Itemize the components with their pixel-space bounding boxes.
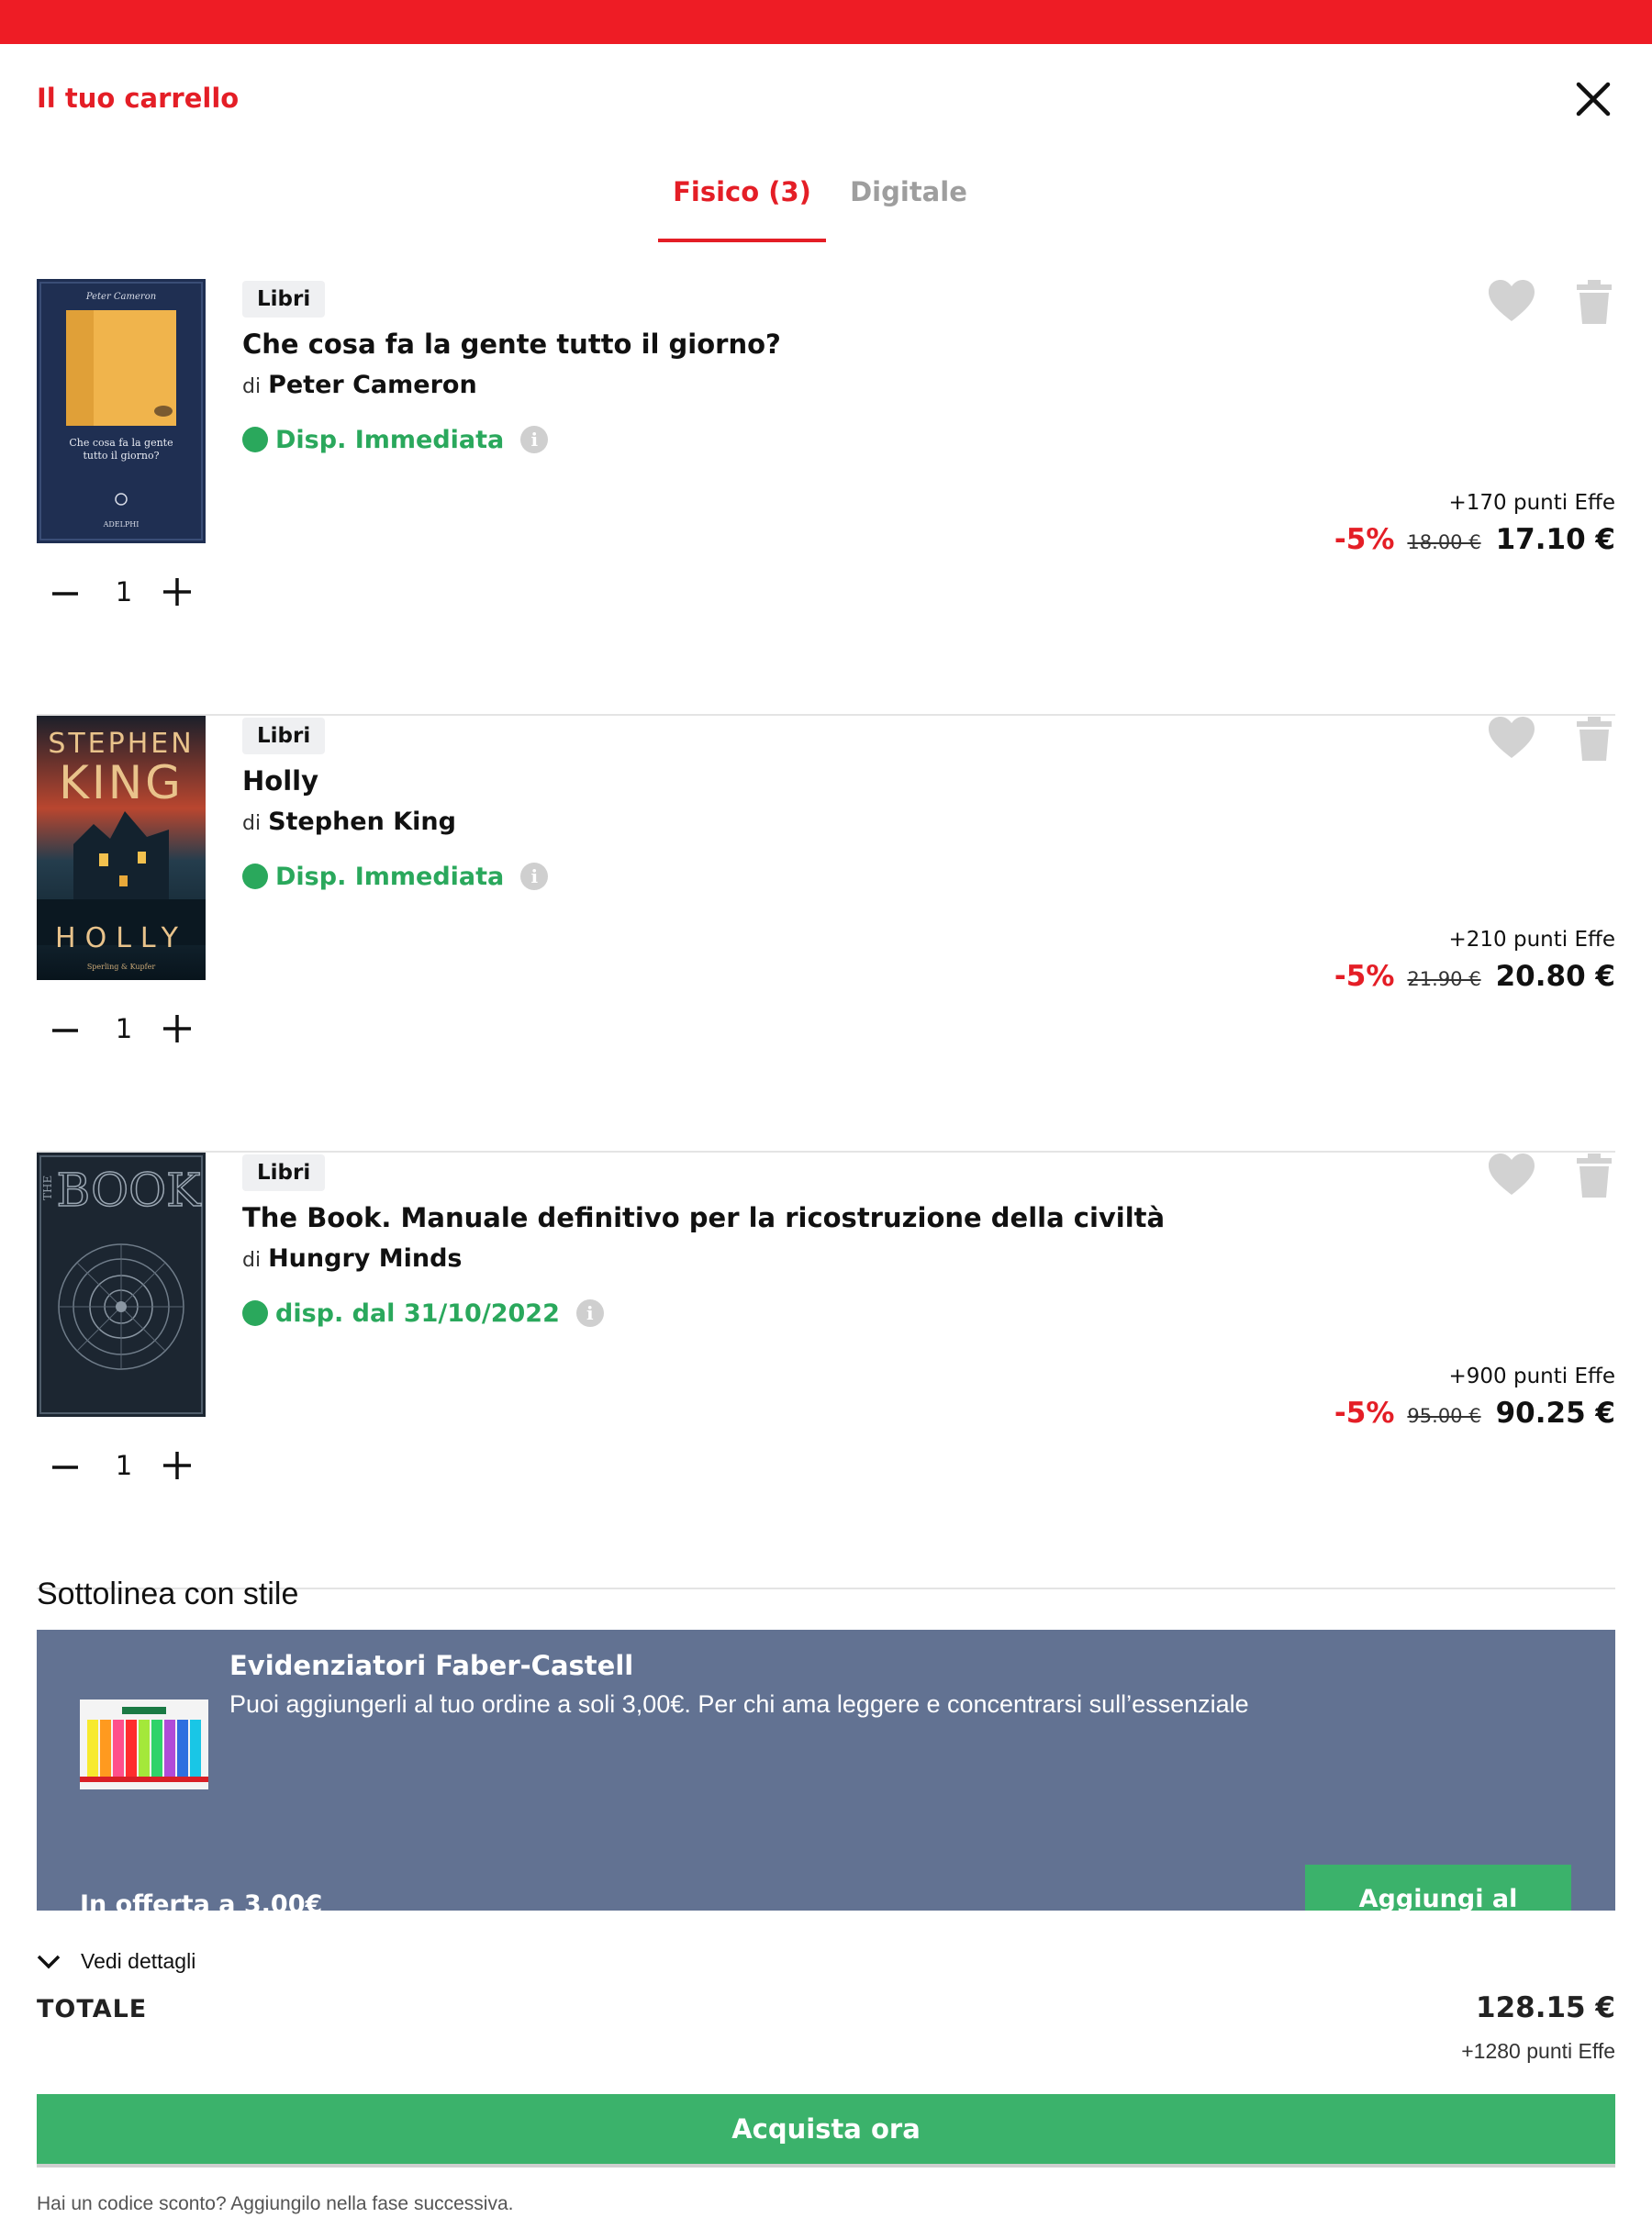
item-title[interactable]: Che cosa fa la gente tutto il giorno? (242, 329, 781, 360)
tab-digitale[interactable]: Digitale (844, 176, 973, 242)
discount-code-note: Hai un codice sconto? Aggiungilo nella f… (37, 2193, 514, 2214)
availability-dot-icon (242, 427, 268, 452)
cart-header: Il tuo carrello (0, 44, 1652, 154)
discount-percent: -5% (1334, 1397, 1395, 1430)
current-price: 90.25 € (1495, 1397, 1615, 1430)
add-to-cart-button[interactable]: Aggiungi al carrello (1305, 1865, 1571, 1911)
plus-icon[interactable] (162, 1013, 193, 1044)
tab-fisico[interactable]: Fisico (3) (658, 176, 826, 242)
upsell-title[interactable]: Evidenziatori Faber-Castell (229, 1650, 633, 1681)
total-label: TOTALE (37, 1995, 148, 2023)
plus-icon[interactable] (162, 1450, 193, 1481)
book-cover[interactable]: Peter Cameron Che cosa fa la gente tutto… (37, 279, 206, 543)
cart-title: Il tuo carrello (37, 83, 240, 114)
availability-dot-icon (242, 864, 268, 889)
availability: disp. dal 31/10/2022 i (242, 1298, 604, 1329)
book-cover[interactable]: THE BOOK (37, 1153, 206, 1417)
upsell-offer: In offerta a 3,00€ (80, 1890, 323, 1911)
cover-author-line2: KING (59, 756, 184, 809)
highlighters-image[interactable] (80, 1700, 208, 1789)
old-price: 18.00 € (1407, 531, 1481, 553)
upsell-banner: Evidenziatori Faber-Castell Puoi aggiung… (37, 1630, 1615, 1911)
author-name[interactable]: Stephen King (268, 808, 456, 836)
details-label: Vedi dettagli (81, 1949, 196, 1973)
buy-now-button[interactable]: Acquista ora (37, 2094, 1615, 2168)
upsell-description: Puoi aggiungerli al tuo ordine a soli 3,… (229, 1690, 1249, 1718)
old-price: 21.90 € (1407, 968, 1481, 990)
item-author: di Stephen King (242, 808, 456, 836)
item-author: di Hungry Minds (242, 1244, 463, 1273)
cover-author-line1: STEPHEN (48, 728, 194, 760)
info-icon[interactable]: i (520, 426, 549, 453)
cover-publisher: Sperling & Kupfer (87, 963, 156, 971)
trash-icon[interactable] (1577, 716, 1612, 762)
cart-footer: Vedi dettagli TOTALE 128.15 € +1280 punt… (0, 1911, 1652, 2240)
current-price: 20.80 € (1495, 960, 1615, 993)
availability: Disp. Immediata i (242, 861, 549, 892)
total-points: +1280 punti Effe (1461, 2039, 1615, 2063)
category-badge: Libri (242, 718, 326, 754)
points-effe: +900 punti Effe (1448, 1365, 1615, 1388)
plus-icon[interactable] (162, 576, 193, 607)
author-prefix: di (242, 375, 262, 398)
discount-percent: -5% (1334, 523, 1395, 556)
info-icon[interactable]: i (575, 1299, 604, 1327)
book-cover[interactable]: STEPHEN KING HOLLY Sperling & Kupfer (37, 716, 206, 980)
item-title[interactable]: Holly (242, 765, 318, 797)
details-toggle[interactable]: Vedi dettagli (37, 1949, 195, 1974)
close-icon[interactable] (1571, 77, 1615, 121)
price-row: -5% 21.90 € 20.80 € (1334, 960, 1615, 993)
author-prefix: di (242, 1249, 262, 1272)
top-brand-bar (0, 0, 1652, 44)
cover-publisher: ADELPHI (103, 520, 140, 529)
cart-item: THE BOOK Libri The Book. Manuale definit… (37, 1153, 1615, 1589)
trash-icon[interactable] (1577, 1153, 1612, 1198)
author-name[interactable]: Peter Cameron (268, 371, 477, 399)
cart-item: Peter Cameron Che cosa fa la gente tutto… (37, 279, 1615, 716)
cart-tabs: Fisico (3) Digitale (0, 154, 1652, 242)
availability: Disp. Immediata i (242, 424, 549, 455)
wishlist-heart-icon[interactable] (1487, 279, 1536, 323)
points-effe: +170 punti Effe (1448, 491, 1615, 515)
current-price: 17.10 € (1495, 523, 1615, 556)
item-author: di Peter Cameron (242, 371, 477, 399)
discount-percent: -5% (1334, 960, 1395, 993)
cover-title-text: HOLLY (55, 922, 187, 954)
minus-icon[interactable] (51, 1017, 79, 1044)
points-effe: +210 punti Effe (1448, 928, 1615, 952)
author-name[interactable]: Hungry Minds (268, 1244, 462, 1273)
svg-text:tutto il giorno?: tutto il giorno? (83, 450, 159, 462)
minus-icon[interactable] (51, 580, 79, 607)
total-value: 128.15 € (1476, 1991, 1615, 2024)
category-badge: Libri (242, 281, 326, 318)
cover-author-text: Peter Cameron (85, 292, 156, 302)
info-icon[interactable]: i (520, 863, 549, 890)
quantity-stepper: 1 (37, 571, 211, 615)
svg-text:Che cosa fa la gente: Che cosa fa la gente (69, 437, 173, 449)
availability-dot-icon (242, 1300, 268, 1326)
quantity-value: 1 (115, 576, 133, 607)
category-badge: Libri (242, 1154, 326, 1191)
price-row: -5% 18.00 € 17.10 € (1334, 523, 1615, 556)
quantity-stepper: 1 (37, 1444, 211, 1488)
cover-title-text: BOOK (56, 1164, 202, 1217)
cart-item: STEPHEN KING HOLLY Sperling & Kupfer Lib… (37, 716, 1615, 1153)
trash-icon[interactable] (1577, 279, 1612, 325)
item-title[interactable]: The Book. Manuale definitivo per la rico… (242, 1202, 1165, 1233)
author-prefix: di (242, 812, 262, 835)
upsell-heading: Sottolinea con stile (37, 1577, 299, 1611)
quantity-value: 1 (115, 1450, 133, 1481)
cover-the-text: THE (41, 1176, 54, 1200)
quantity-value: 1 (115, 1013, 133, 1044)
price-row: -5% 95.00 € 90.25 € (1334, 1397, 1615, 1430)
chevron-down-icon (37, 1955, 61, 1968)
availability-text: disp. dal 31/10/2022 (275, 1298, 560, 1328)
availability-text: Disp. Immediata (275, 862, 505, 891)
wishlist-heart-icon[interactable] (1487, 1153, 1536, 1197)
availability-text: Disp. Immediata (275, 425, 505, 454)
wishlist-heart-icon[interactable] (1487, 716, 1536, 760)
quantity-stepper: 1 (37, 1008, 211, 1052)
minus-icon[interactable] (51, 1454, 79, 1481)
old-price: 95.00 € (1407, 1405, 1481, 1427)
